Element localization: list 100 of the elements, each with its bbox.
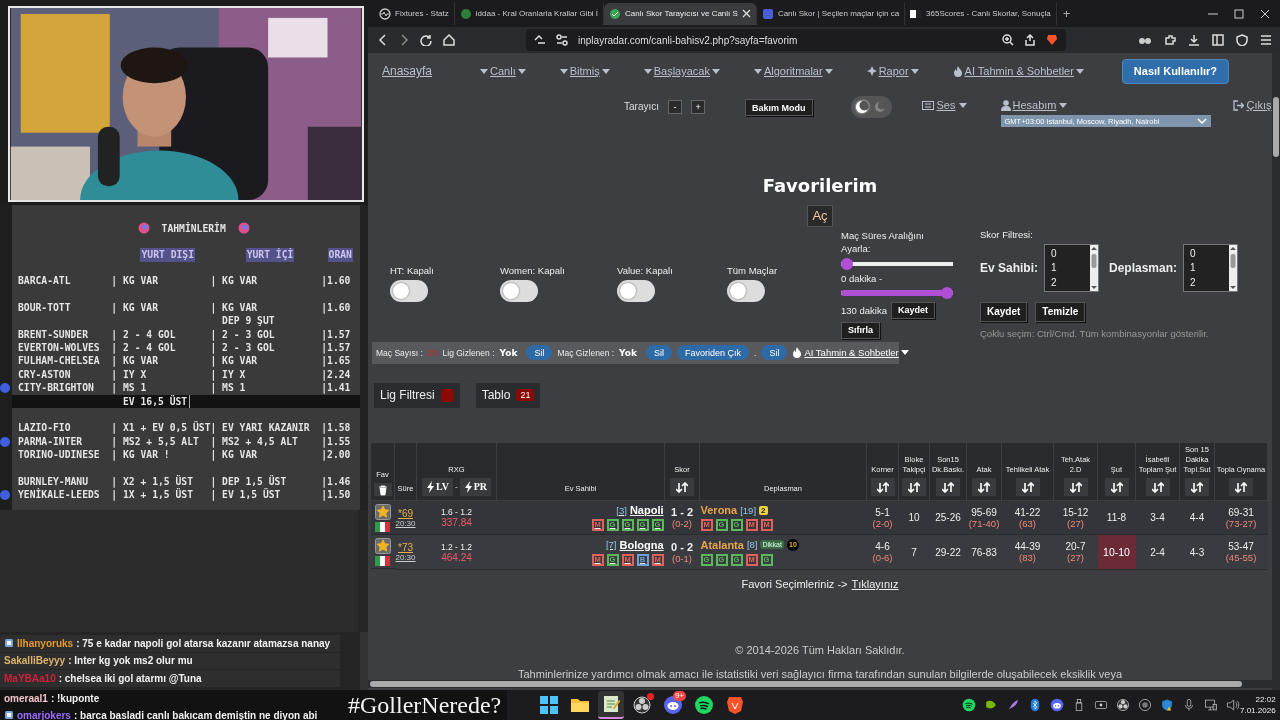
sort-button[interactable]: LV — [422, 477, 453, 496]
shield-icon[interactable] — [1236, 34, 1248, 46]
card-icon[interactable] — [1094, 698, 1108, 712]
ai-menu[interactable]: AI Tahmin & Sohbetler — [792, 347, 909, 359]
list-option[interactable]: 0 — [1051, 246, 1084, 262]
home-icon[interactable] — [443, 34, 455, 46]
reset-button[interactable]: Sıfırla — [841, 321, 880, 339]
sound-menu[interactable]: Ses — [921, 99, 967, 112]
nav-menu[interactable]: Algoritmalar — [753, 65, 833, 78]
spotify-icon[interactable] — [962, 698, 976, 712]
discord-icon[interactable] — [1050, 698, 1064, 712]
sort-button[interactable] — [972, 477, 996, 496]
reload-icon[interactable] — [420, 34, 432, 46]
address-bar[interactable]: inplayradar.com/canli-bahisv2.php?sayfa=favorim — [526, 29, 1066, 51]
nav-menu[interactable]: Başlayacak — [643, 65, 720, 78]
browser-tab[interactable]: Canlı Skor | Seçilen maçlar için ca — [756, 2, 906, 25]
list-option[interactable]: 0 — [1190, 246, 1224, 262]
nav-menu[interactable]: AI Tahmin & Sohbetler — [952, 65, 1084, 78]
sort-button[interactable] — [1015, 477, 1040, 496]
zoom-out-button[interactable]: - — [668, 100, 682, 115]
close-icon[interactable] — [741, 9, 751, 18]
list-option[interactable]: 1 — [1190, 261, 1224, 276]
pill-button[interactable]: Sil — [526, 345, 553, 361]
taskbar-app[interactable]: 9+ — [660, 691, 686, 719]
sort-button[interactable] — [670, 477, 694, 496]
panel-button[interactable]: Tablo 21 — [475, 382, 541, 408]
taskbar-app[interactable] — [598, 691, 624, 719]
star-icon[interactable] — [374, 503, 391, 520]
browser-tab[interactable]: 365Scores - Canlı Skorlar, Sonuçla — [905, 2, 1057, 25]
help-button[interactable]: Nasıl Kullanılır? — [1121, 58, 1229, 84]
nav-menu[interactable]: Rapor — [866, 65, 919, 78]
list-option[interactable]: 1 — [1051, 261, 1084, 276]
menu-icon[interactable] — [1260, 34, 1272, 46]
clock[interactable]: 22:02 7.01.2026 — [1240, 694, 1280, 716]
chat-username[interactable]: SakalliBeyyy — [4, 655, 66, 667]
toggle-switch[interactable] — [390, 280, 428, 303]
forward-icon[interactable] — [399, 34, 409, 46]
scrollbar[interactable] — [368, 680, 1272, 688]
new-tab-button[interactable]: + — [1062, 6, 1071, 21]
save-button[interactable]: Kaydet — [890, 301, 935, 319]
pill-button[interactable]: Favoriden Çık — [677, 345, 749, 361]
nav-link[interactable]: Anasayfa — [382, 64, 433, 79]
chat-username[interactable]: omarjokers — [17, 709, 71, 720]
sidebar-icon[interactable] — [1212, 34, 1224, 46]
account-menu[interactable]: Hesabım — [1000, 99, 1067, 112]
back-icon[interactable] — [378, 34, 388, 46]
sort-button[interactable] — [936, 477, 960, 496]
toggle-switch[interactable] — [727, 280, 765, 303]
sort-button[interactable] — [1185, 477, 1209, 496]
list-option[interactable]: 2 — [1051, 275, 1084, 291]
panel-button[interactable]: Lig Filtresi — [374, 382, 460, 408]
clear-button[interactable]: Temizle — [1035, 301, 1086, 322]
browser-tab[interactable]: Canlı Skor Tarayıcısı ve Canlı S — [604, 2, 757, 25]
zoom-icon[interactable] — [1002, 34, 1014, 46]
maximize-icon[interactable] — [1234, 8, 1244, 19]
sort-button[interactable] — [1104, 477, 1129, 496]
chat-username[interactable]: Ilhanyoruks — [17, 637, 74, 649]
share-icon[interactable] — [1024, 34, 1036, 46]
shield-icon[interactable] — [1160, 698, 1174, 712]
close-icon[interactable] — [1260, 8, 1270, 19]
delete-button[interactable] — [373, 482, 392, 496]
puzzle-icon[interactable] — [1164, 34, 1176, 46]
download-icon[interactable] — [1188, 34, 1200, 46]
bluetooth-icon[interactable] — [1028, 698, 1042, 712]
chat-username[interactable]: omeraal1 — [4, 693, 48, 705]
pill-button[interactable]: Sil — [761, 345, 788, 361]
score-listbox[interactable]: 0 1 2 — [1044, 243, 1099, 292]
scrollbar[interactable] — [1090, 244, 1098, 291]
toggle-switch[interactable] — [500, 280, 538, 303]
scrollbar[interactable] — [1229, 244, 1238, 291]
logout-link[interactable]: Çıkış — [1232, 99, 1272, 112]
link[interactable]: Tıklayınız — [851, 578, 899, 591]
theme-toggle[interactable] — [850, 96, 892, 119]
sort-button[interactable] — [902, 477, 926, 496]
pill-button[interactable]: Sil — [645, 345, 672, 361]
maintenance-button[interactable]: Bakım Modu — [745, 99, 813, 117]
sort-button[interactable]: PR — [459, 477, 491, 496]
open-button[interactable]: Aç — [807, 204, 833, 227]
mic-icon[interactable] — [1182, 698, 1196, 712]
list-option[interactable]: 2 — [1190, 275, 1224, 291]
nav-menu[interactable]: Canlı — [480, 65, 526, 78]
minute-link[interactable]: *73 — [395, 542, 416, 554]
sort-button[interactable] — [1229, 477, 1253, 496]
browser-tab[interactable]: Fixtures - Statz — [374, 2, 455, 25]
scrollbar[interactable] — [1272, 53, 1280, 690]
sort-button[interactable] — [1063, 477, 1088, 496]
save-button[interactable]: Kaydet — [980, 301, 1028, 322]
network-icon[interactable] — [1204, 698, 1218, 712]
volume-icon[interactable] — [1226, 698, 1240, 712]
toggle-switch[interactable] — [617, 280, 655, 303]
sort-button[interactable] — [870, 477, 895, 496]
obs-icon[interactable] — [1116, 698, 1130, 712]
star-icon[interactable] — [374, 537, 391, 554]
zoom-in-button[interactable]: + — [691, 100, 705, 115]
sort-button[interactable] — [1145, 477, 1170, 496]
score-listbox[interactable]: 0 1 2 — [1183, 243, 1239, 292]
minute-link[interactable]: *69 — [395, 507, 416, 519]
disc-icon[interactable] — [1138, 698, 1152, 712]
site-settings-icon[interactable] — [556, 34, 568, 46]
nav-menu[interactable]: Bitmiş — [559, 65, 610, 78]
